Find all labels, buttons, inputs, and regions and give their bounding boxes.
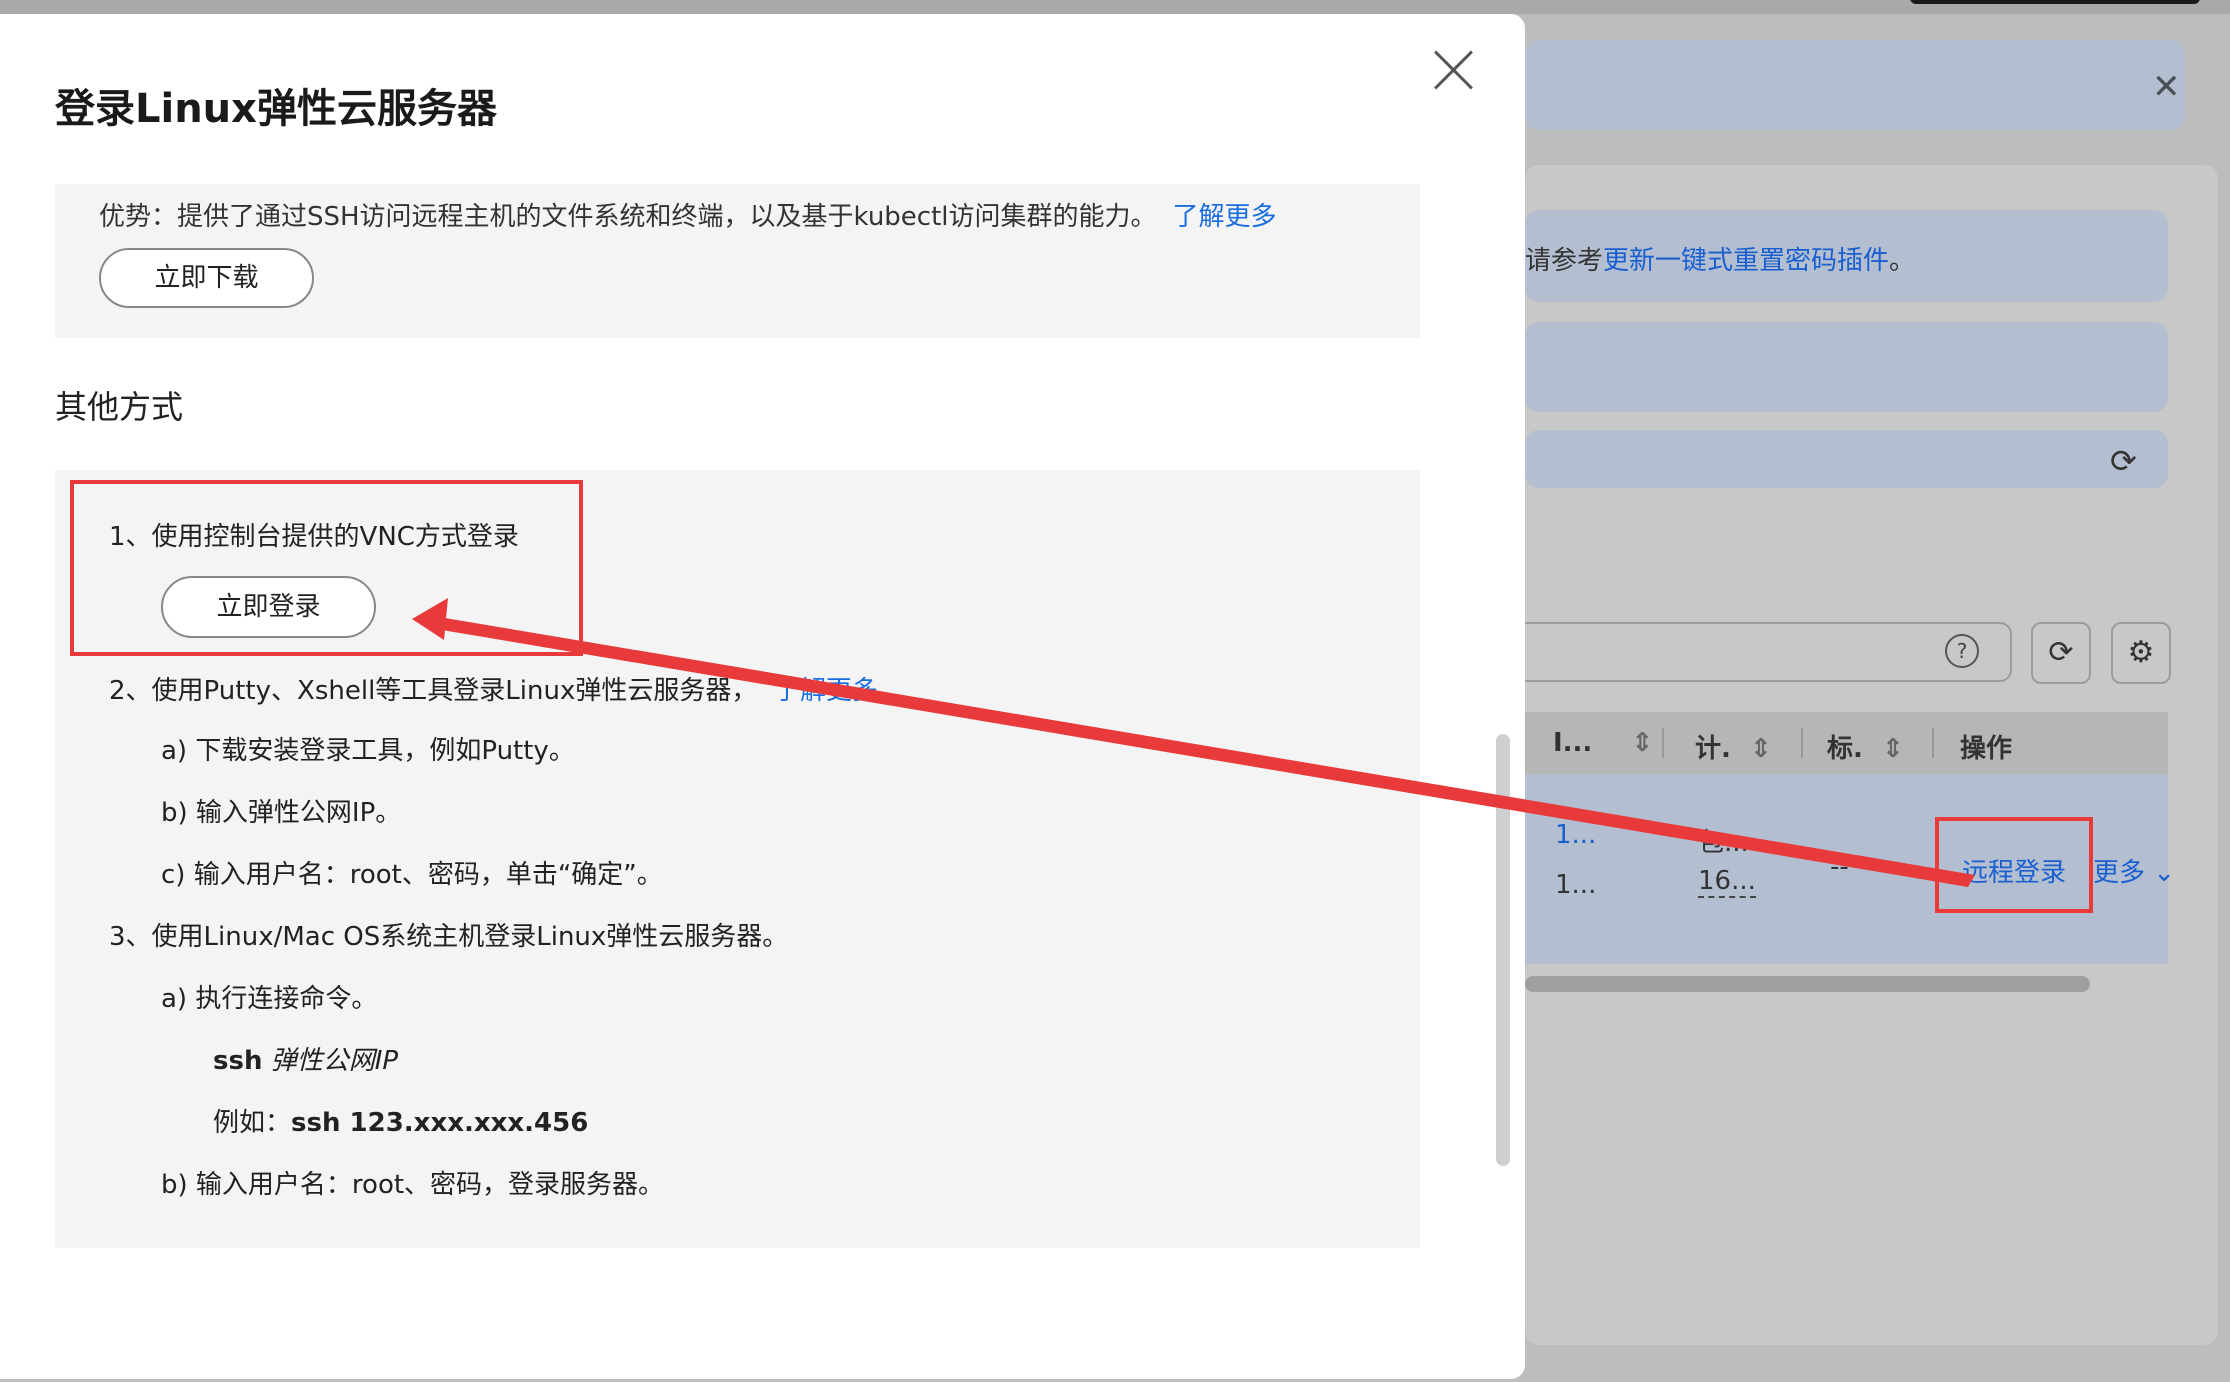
ssh-placeholder: 弹性公网IP <box>270 1046 399 1076</box>
step-2c: c) 输入用户名：root、密码，单击“确定”。 <box>161 860 663 890</box>
ip-cell-1[interactable]: 1... <box>1555 820 1596 850</box>
background-filter-bar <box>1525 430 2168 488</box>
modal-title: 登录Linux弹性云服务器 <box>55 86 497 132</box>
gear-icon: ⚙ <box>2127 635 2155 670</box>
search-input[interactable]: ? <box>1525 622 2012 682</box>
refresh-icon[interactable]: ⟳ <box>2110 442 2137 480</box>
update-plugin-link[interactable]: 更新一键式重置密码插件 <box>1603 246 1889 276</box>
table-header: I... ⇕ 计. ⇕ 标. ⇕ 操作 <box>1525 712 2168 774</box>
sort-icon[interactable]: ⇕ <box>1750 734 1772 764</box>
billing-cell-1: 包... <box>1698 828 1749 858</box>
background-notice: 请参考更新一键式重置密码插件。 <box>1525 210 2168 302</box>
settings-button[interactable]: ⚙ <box>2111 622 2171 684</box>
col-tag[interactable]: 标. ⇕ <box>1827 728 1904 765</box>
help-icon[interactable]: ? <box>1945 634 1979 668</box>
step-2-text: 2、使用Putty、Xshell等工具登录Linux弹性云服务器， <box>109 676 758 706</box>
vertical-scrollbar[interactable] <box>1496 734 1510 1166</box>
billing-cell-2[interactable]: 16... <box>1698 866 1756 898</box>
cloudshell-box: 优势：提供了通过SSH访问远程主机的文件系统和终端，以及基于kubectl访问集… <box>55 184 1420 338</box>
login-linux-modal: 登录Linux弹性云服务器 优势：提供了通过SSH访问远程主机的文件系统和终端，… <box>0 14 1525 1379</box>
col-ip[interactable]: I... ⇕ <box>1553 728 1653 758</box>
download-button[interactable]: 立即下载 <box>99 248 314 308</box>
refresh-button[interactable]: ⟳ <box>2031 622 2091 684</box>
ip-cell-2: 1... <box>1555 870 1597 900</box>
background-page: ✕ 请参考更新一键式重置密码插件。 ⟳ ? ⟳ ⚙ I... ⇕ 计. ⇕ 标.… <box>1525 0 2230 1382</box>
background-notice-2 <box>1525 322 2168 412</box>
refresh-icon: ⟳ <box>2048 635 2074 670</box>
highlight-box-vnc <box>70 480 583 656</box>
step-2b: b) 输入弹性公网IP。 <box>161 798 402 828</box>
modal-close-icon[interactable] <box>1432 48 1476 92</box>
sort-icon[interactable]: ⇕ <box>1882 734 1904 764</box>
col-actions: 操作 <box>1960 734 2013 764</box>
section-title: 其他方式 <box>55 388 184 426</box>
ssh-keyword: ssh <box>213 1046 263 1076</box>
example-command: ssh 123.xxx.xxx.456 <box>291 1108 589 1138</box>
horizontal-scrollbar[interactable] <box>1525 976 2090 992</box>
example-label: 例如： <box>213 1108 292 1138</box>
col-billing[interactable]: 计. ⇕ <box>1695 728 1772 765</box>
ssh-command: ssh 弹性公网IP <box>213 1040 398 1077</box>
background-banner <box>1525 40 2185 130</box>
more-actions-link[interactable]: 更多 ⌄ <box>2093 852 2175 889</box>
ssh-example: 例如：ssh 123.xxx.xxx.456 <box>213 1102 588 1139</box>
step-3a: a) 执行连接命令。 <box>161 984 378 1014</box>
col-divider <box>1932 728 1934 758</box>
sort-icon[interactable]: ⇕ <box>1631 728 1653 758</box>
tag-cell: -- <box>1830 852 1849 882</box>
step-2a: a) 下载安装登录工具，例如Putty。 <box>161 736 575 766</box>
notice-text: 请参考更新一键式重置密码插件。 <box>1525 240 1915 277</box>
highlight-box-remote-login <box>1935 817 2093 913</box>
banner-close-icon[interactable]: ✕ <box>2152 70 2181 104</box>
step-2-tools: 2、使用Putty、Xshell等工具登录Linux弹性云服务器， 了解更多 <box>109 670 878 707</box>
col-divider <box>1801 728 1803 758</box>
notice-prefix: 请参考 <box>1525 246 1604 276</box>
advantage-text: 优势：提供了通过SSH访问远程主机的文件系统和终端，以及基于kubectl访问集… <box>99 196 1277 233</box>
learn-more-link[interactable]: 了解更多 <box>1173 202 1277 232</box>
step-3b: b) 输入用户名：root、密码，登录服务器。 <box>161 1170 665 1200</box>
col-divider <box>1662 728 1664 758</box>
advantage-description: 优势：提供了通过SSH访问远程主机的文件系统和终端，以及基于kubectl访问集… <box>99 202 1157 232</box>
step-3-ssh: 3、使用Linux/Mac OS系统主机登录Linux弹性云服务器。 <box>109 922 789 952</box>
notice-suffix: 。 <box>1889 246 1916 276</box>
learn-more-link-2[interactable]: 了解更多 <box>774 676 878 706</box>
